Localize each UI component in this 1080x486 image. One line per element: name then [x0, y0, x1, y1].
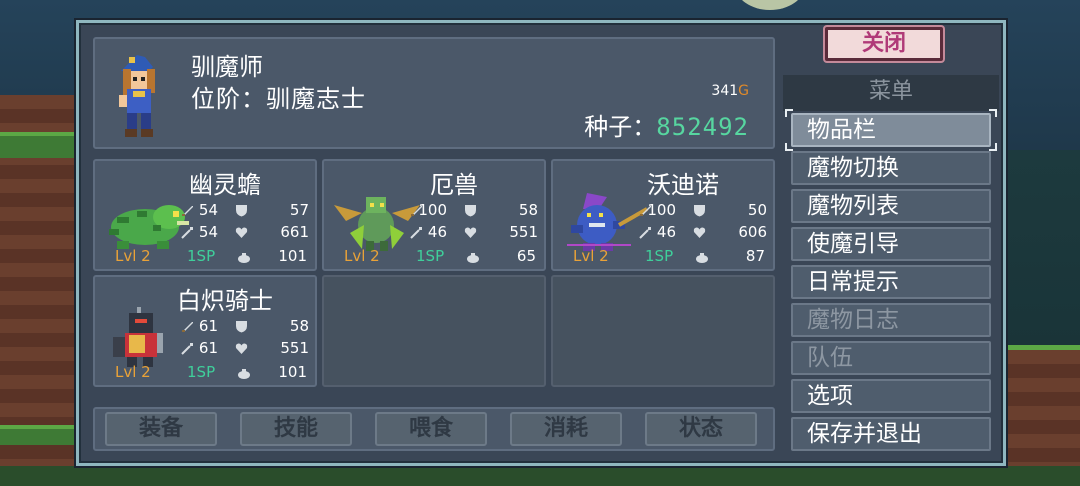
menu-item-label: 选项	[807, 383, 853, 409]
ground	[0, 466, 1080, 486]
stat-defense: 50	[747, 201, 767, 219]
stat-attack: 100	[647, 201, 676, 219]
stat-health: 551	[509, 223, 538, 241]
stat-row-2: 46 551	[410, 223, 542, 245]
monster-capacity: 65	[516, 247, 536, 265]
stat-attack: 54	[198, 201, 218, 219]
selection-corner-icon	[785, 109, 793, 117]
stat-row-1: 100 58	[410, 201, 542, 223]
stat-row-1: 54 57	[181, 201, 313, 223]
left-grass-ledge	[0, 132, 80, 158]
tab-feed[interactable]: 喂食	[375, 412, 487, 446]
monster-stats: 54 57 54 661	[181, 201, 313, 245]
sack-icon	[238, 369, 250, 379]
menu-item-label: 队伍	[807, 345, 853, 371]
menu-item-daily-tips[interactable]: 日常提示	[791, 265, 991, 299]
gold-unit: G	[738, 83, 749, 99]
stat-row-1: 100 50	[639, 201, 771, 223]
stat-defense: 58	[289, 317, 309, 335]
stat-defense: 57	[289, 201, 309, 219]
content-area: 驯魔师 位阶：驯魔志士 341G 种子：852492 幽灵蟾 54 57 54 …	[93, 37, 775, 451]
tab-status[interactable]: 状态	[645, 412, 757, 446]
stat-magic: 61	[198, 339, 218, 357]
menu-item-party[interactable]: 队伍	[791, 341, 991, 375]
menu-item-label: 使魔引导	[807, 231, 899, 257]
stat-attack: 61	[198, 317, 218, 335]
stat-row-2: 54 661	[181, 223, 313, 245]
monster-stats: 61 58 61 551	[181, 317, 313, 361]
player-panel: 驯魔师 位阶：驯魔志士 341G 种子：852492	[93, 37, 775, 149]
stat-magic: 54	[198, 223, 218, 241]
menu-item-inventory[interactable]: 物品栏	[785, 109, 997, 151]
menu-item-options[interactable]: 选项	[791, 379, 991, 413]
monster-action-tabs: 装备 技能 喂食 消耗 状态	[93, 407, 775, 451]
empty-monster-slot[interactable]	[551, 275, 775, 387]
tab-equipment[interactable]: 装备	[105, 412, 217, 446]
menu-item-monster-journal[interactable]: 魔物日志	[791, 303, 991, 337]
menu-item-label: 保存并退出	[807, 421, 922, 447]
menu-item-label: 魔物列表	[807, 193, 899, 219]
monster-capacity: 101	[278, 247, 307, 265]
keeper-portrait	[119, 55, 155, 137]
menu-item-monster-list[interactable]: 魔物列表	[791, 189, 991, 223]
menu-item-save-and-quit[interactable]: 保存并退出	[791, 417, 991, 451]
monster-level: Lvl 2	[344, 247, 380, 265]
menu-item-label: 日常提示	[807, 269, 899, 295]
selection-corner-icon	[989, 143, 997, 151]
stat-magic: 46	[427, 223, 447, 241]
monster-stats: 100 58 46 551	[410, 201, 542, 245]
monster-stats: 100 50 46 606	[639, 201, 771, 245]
menu-item-label: 物品栏	[807, 117, 876, 143]
monster-card-2[interactable]: 厄兽 100 58 46 551 Lvl 2 1SP 65	[322, 159, 546, 271]
main-menu: 物品栏 魔物切换 魔物列表 使魔引导 日常提示 魔物日志 队伍 选项 保存并退出	[785, 109, 997, 455]
stat-row-2: 61 551	[181, 339, 313, 361]
gold-value: 341	[711, 83, 739, 99]
stat-health: 661	[280, 223, 309, 241]
seed-display: 种子：852492	[584, 107, 749, 142]
player-name: 驯魔师	[191, 53, 263, 81]
menu-window: 驯魔师 位阶：驯魔志士 341G 种子：852492 幽灵蟾 54 57 54 …	[76, 20, 1006, 466]
monster-capacity: 101	[278, 363, 307, 381]
tab-consume[interactable]: 消耗	[510, 412, 622, 446]
stat-row-2: 46 606	[639, 223, 771, 245]
monster-capacity: 87	[745, 247, 765, 265]
player-rank: 位阶：驯魔志士	[191, 85, 366, 113]
stat-health: 606	[738, 223, 767, 241]
sack-icon	[467, 253, 479, 263]
stat-magic: 46	[656, 223, 676, 241]
menu-item-label: 魔物日志	[807, 307, 899, 333]
seed-label: 种子：	[584, 113, 657, 141]
monster-skill-points: 1SP	[187, 247, 216, 265]
empty-monster-slot[interactable]	[322, 275, 546, 387]
monster-card-1[interactable]: 幽灵蟾 54 57 54 661 Lvl 2 1SP 101	[93, 159, 317, 271]
selection-corner-icon	[785, 143, 793, 151]
monster-level: Lvl 2	[115, 363, 151, 381]
menu-item-label: 魔物切换	[807, 155, 899, 181]
monster-card-4[interactable]: 白炽骑士 61 58 61 551 Lvl 2 1SP 101	[93, 275, 317, 387]
stat-attack: 100	[418, 201, 447, 219]
stat-health: 551	[280, 339, 309, 357]
selection-corner-icon	[989, 109, 997, 117]
monster-card-3[interactable]: 沃迪诺 100 50 46 606 Lvl 2 1SP 87	[551, 159, 775, 271]
gold-amount: 341G	[711, 83, 749, 99]
menu-item-monster-switch[interactable]: 魔物切换	[791, 151, 991, 185]
stat-defense: 58	[518, 201, 538, 219]
seed-value: 852492	[656, 113, 749, 141]
monster-level: Lvl 2	[573, 247, 609, 265]
stat-row-1: 61 58	[181, 317, 313, 339]
close-button[interactable]: 关闭	[825, 27, 943, 61]
menu-title: 菜单	[783, 75, 999, 111]
menu-item-familiar-guide[interactable]: 使魔引导	[791, 227, 991, 261]
monster-skill-points: 1SP	[187, 363, 216, 381]
tab-skills[interactable]: 技能	[240, 412, 352, 446]
sack-icon	[696, 253, 708, 263]
monster-skill-points: 1SP	[645, 247, 674, 265]
sack-icon	[238, 253, 250, 263]
left-grass-ledge-lower	[0, 425, 80, 445]
monster-skill-points: 1SP	[416, 247, 445, 265]
monster-level: Lvl 2	[115, 247, 151, 265]
